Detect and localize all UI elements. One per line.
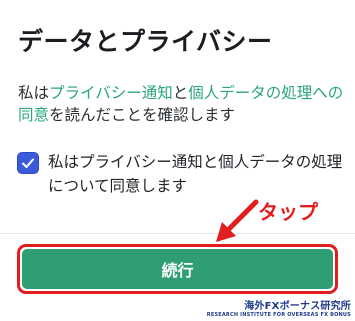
- consent-statement: 私はプライバシー通知と個人データの処理への同意を読んだことを確認します: [18, 82, 348, 126]
- watermark-logo: 海外FXボーナス研究所 RESEARCH INSTITUTE FOR OVERS…: [207, 297, 351, 318]
- tap-annotation-label: タップ: [258, 200, 318, 224]
- consent-prefix: 私は: [18, 84, 50, 102]
- consent-suffix: を読んだことを確認します: [49, 106, 236, 124]
- tap-arrow-icon: [216, 199, 259, 242]
- continue-button-highlight: 続行: [17, 244, 338, 294]
- divider: [0, 233, 355, 234]
- page-title: データとプライバシー: [18, 27, 273, 56]
- continue-button[interactable]: 続行: [22, 249, 333, 289]
- consent-checkbox[interactable]: [17, 152, 39, 174]
- privacy-notice-link[interactable]: プライバシー通知: [49, 84, 173, 102]
- consent-checkbox-label[interactable]: 私はプライバシー通知と個人データの処理について同意します: [48, 150, 348, 198]
- privacy-consent-screen: データとプライバシー 私はプライバシー通知と個人データの処理への同意を読んだこと…: [0, 0, 355, 321]
- watermark-sub-text: RESEARCH INSTITUTE FOR OVERSEAS FX BONUS: [206, 312, 351, 318]
- checkmark-icon: [22, 158, 34, 168]
- watermark-main-text: 海外FXボーナス研究所: [244, 301, 351, 312]
- consent-connector: と: [172, 84, 189, 102]
